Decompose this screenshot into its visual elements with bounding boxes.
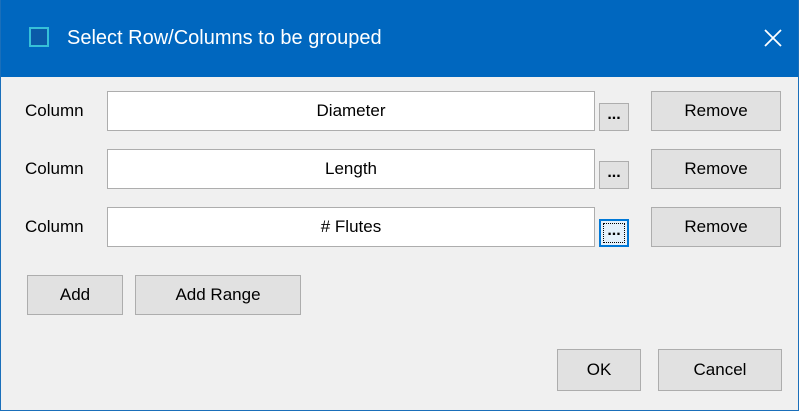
column-value-field[interactable]: # Flutes bbox=[107, 207, 595, 247]
cancel-button[interactable]: Cancel bbox=[658, 349, 782, 391]
window-title: Select Row/Columns to be grouped bbox=[67, 27, 382, 49]
close-icon bbox=[764, 29, 782, 47]
browse-column-button[interactable]: ... bbox=[599, 161, 629, 189]
column-value-field[interactable]: Diameter bbox=[107, 91, 595, 131]
remove-column-button[interactable]: Remove bbox=[651, 207, 781, 247]
column-label: Column bbox=[25, 159, 84, 178]
add-button[interactable]: Add bbox=[27, 275, 123, 315]
browse-column-button[interactable]: ... bbox=[599, 219, 629, 247]
window-icon bbox=[29, 27, 49, 47]
group-selection-dialog: Select Row/Columns to be grouped Column … bbox=[0, 0, 799, 411]
column-label: Column bbox=[25, 101, 84, 120]
remove-column-button[interactable]: Remove bbox=[651, 91, 781, 131]
column-value-field[interactable]: Length bbox=[107, 149, 595, 189]
column-row: Column Diameter ... Remove bbox=[1, 91, 798, 133]
column-row: Column Length ... Remove bbox=[1, 149, 798, 191]
ok-button[interactable]: OK bbox=[557, 349, 641, 391]
browse-column-button[interactable]: ... bbox=[599, 103, 629, 131]
column-row: Column # Flutes ... Remove bbox=[1, 207, 798, 249]
close-button[interactable] bbox=[751, 18, 795, 58]
remove-column-button[interactable]: Remove bbox=[651, 149, 781, 189]
title-bar: Select Row/Columns to be grouped bbox=[1, 0, 798, 77]
add-range-button[interactable]: Add Range bbox=[135, 275, 301, 315]
column-label: Column bbox=[25, 217, 84, 236]
